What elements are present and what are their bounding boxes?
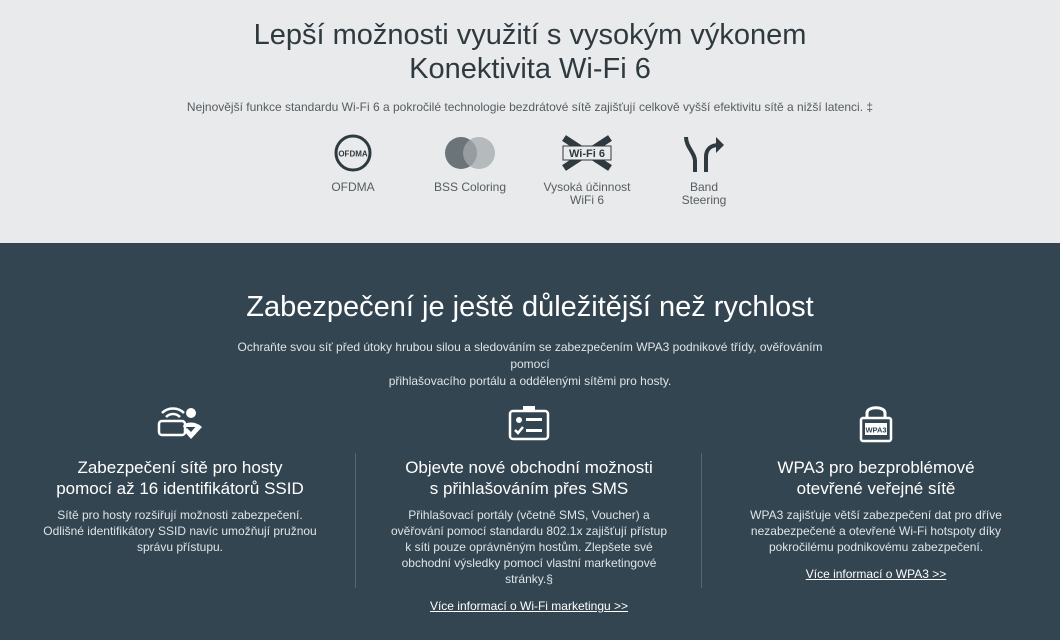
column-divider (355, 453, 356, 588)
feature-ofdma: OFDMA OFDMA (298, 134, 408, 194)
wpa3-title: WPA3 pro bezproblémové otevřené veřejné … (777, 458, 975, 498)
wifi6-icon: Wi-Fi 6 (532, 134, 642, 172)
column-divider (701, 453, 702, 588)
bss-coloring-icon (415, 134, 525, 172)
security-intro: Ochraňte svou síť před útoky hrubou silo… (237, 340, 823, 388)
guest-network-text: Sítě pro hosty rozšiřují možnosti zabezp… (43, 508, 317, 554)
feature-band-steering: Band Steering (649, 134, 759, 207)
security-heading: Zabezpečení je ještě důležitější než ryc… (246, 291, 814, 323)
wifi6-heading: Lepší možnosti využití s vysokým výkonem… (0, 18, 1060, 86)
guest-network-title: Zabezpečení sítě pro hosty pomocí až 16 … (56, 458, 304, 498)
wifi6-subtitle: Nejnovější funkce standardu Wi-Fi 6 a po… (186, 100, 874, 114)
portal-login-icon (379, 403, 679, 443)
feature-label: Vysoká účinnost WiFi 6 (543, 180, 631, 207)
guest-network-column: Zabezpečení sítě pro hosty pomocí až 16 … (30, 403, 330, 555)
feature-wifi6: Wi-Fi 6 Vysoká účinnost WiFi 6 (532, 134, 642, 207)
ofdma-icon: OFDMA (298, 134, 408, 172)
wifi6-heading-line2: Konektivita Wi-Fi 6 (409, 53, 651, 85)
wifi6-heading-line1: Lepší možnosti využití s vysokým výkonem (253, 19, 807, 51)
wpa3-text: WPA3 zajišťuje větší zabezpečení dat pro… (750, 508, 1002, 554)
svg-text:WPA3: WPA3 (865, 426, 886, 435)
portal-column: Objevte nové obchodní možnosti s přihlaš… (379, 403, 679, 615)
wpa3-link[interactable]: Více informací o WPA3 >> (806, 567, 947, 581)
wifi6-section: Lepší možnosti využití s vysokým výkonem… (0, 0, 1060, 243)
guest-network-icon (30, 403, 330, 443)
feature-label: BSS Coloring (433, 180, 507, 194)
feature-label: Band Steering (681, 180, 727, 207)
svg-text:OFDMA: OFDMA (338, 150, 368, 159)
wpa3-lock-icon: WPA3 (726, 403, 1026, 443)
wifi-marketing-link[interactable]: Více informací o Wi-Fi marketingu >> (430, 599, 628, 613)
portal-text: Přihlašovací portály (včetně SMS, Vouche… (391, 508, 667, 586)
band-steering-icon (649, 134, 759, 172)
svg-text:Wi-Fi 6: Wi-Fi 6 (569, 148, 605, 160)
security-section: Zabezpečení je ještě důležitější než ryc… (0, 243, 1060, 640)
feature-bss-coloring: BSS Coloring (415, 134, 525, 194)
feature-label: OFDMA (331, 180, 375, 194)
portal-title: Objevte nové obchodní možnosti s přihlaš… (405, 458, 653, 498)
wpa3-column: WPA3 WPA3 pro bezproblémové otevřené veř… (726, 403, 1026, 583)
